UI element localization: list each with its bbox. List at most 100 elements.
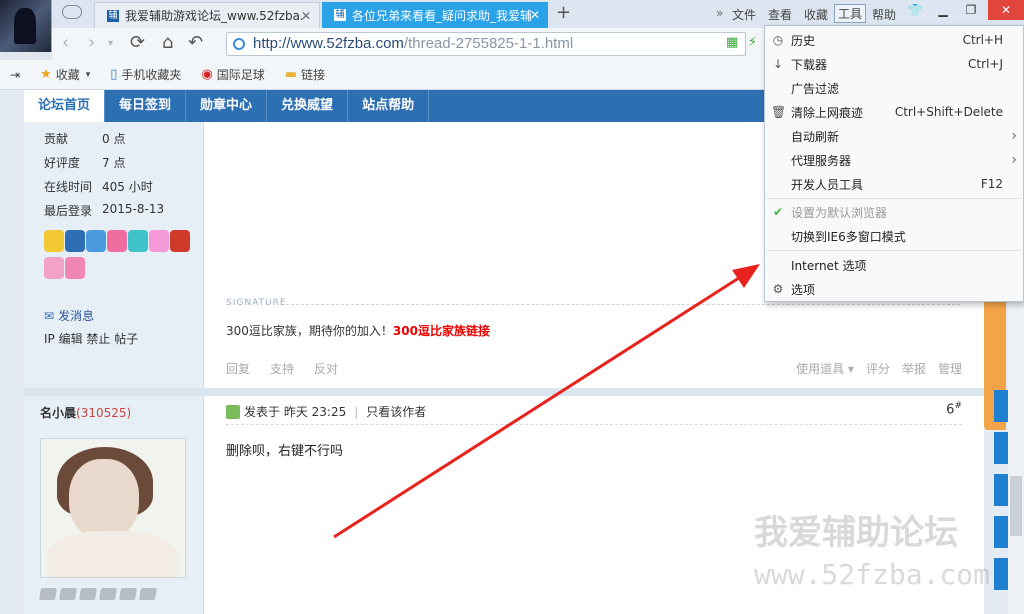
use-item-button[interactable]: 使用道具 ▾ — [796, 360, 854, 377]
online-status-icon — [226, 404, 240, 419]
menu-item-downloads[interactable]: ↓ 下载器 Ctrl+J — [765, 52, 1023, 76]
bookmark-mobile[interactable]: ▯ 手机收藏夹 — [110, 66, 181, 83]
nav-forum-home[interactable]: 论坛首页 — [24, 90, 106, 122]
reply-button[interactable]: 回复 — [226, 360, 250, 377]
back-icon[interactable]: ‹ — [62, 32, 69, 53]
chevron-right-icon: › — [1011, 128, 1017, 144]
send-message-link[interactable]: ✉ 发消息 — [44, 307, 94, 324]
tab-label: 我爱辅助游戏论坛_www.52fzba. — [125, 9, 304, 23]
medal-icon[interactable] — [44, 257, 64, 279]
chevron-right-icon: › — [1011, 152, 1017, 168]
cloud-icon[interactable] — [62, 5, 82, 19]
new-tab-button[interactable]: + — [556, 2, 571, 23]
tools-menu: ◷ 历史 Ctrl+H ↓ 下载器 Ctrl+J 广告过滤 🗑 清除上网痕迹 Ctrl+Sh… — [764, 25, 1024, 302]
close-tab-icon[interactable]: ✕ — [301, 9, 311, 23]
menu-item-adblock[interactable]: 广告过滤 — [765, 76, 1023, 100]
home-icon[interactable]: ⌂ — [162, 32, 173, 53]
admin-links[interactable]: IP 编辑 禁止 帖子 — [44, 330, 138, 347]
minimize-button[interactable]: ▁ — [930, 0, 956, 20]
address-bar[interactable]: http://www.52fzba.com/thread-2755825-1-1… — [226, 32, 746, 56]
share-button[interactable] — [994, 432, 1008, 464]
signature-link[interactable]: 300逗比家族链接 — [393, 324, 490, 338]
medal-icon[interactable] — [65, 230, 85, 252]
medal-icon[interactable] — [128, 230, 148, 252]
menu-item-options[interactable]: ⚙ 选项 — [765, 277, 1023, 301]
author-only-link[interactable]: 只看该作者 — [366, 403, 426, 420]
diamond-icon — [118, 588, 138, 600]
medal-icon[interactable] — [107, 230, 127, 252]
post-divider — [24, 388, 984, 396]
tab-label: 各位兄弟来看看_疑问求助_我爱辅 — [352, 8, 533, 23]
support-button[interactable]: 支持 — [270, 360, 294, 377]
share-button[interactable] — [994, 474, 1008, 506]
clock-icon: ◷ — [772, 33, 784, 47]
qr-code-icon[interactable]: ▦ — [726, 35, 738, 50]
menu-tools[interactable]: 工具 — [834, 4, 867, 23]
medal-icon[interactable] — [170, 230, 190, 252]
medal-icon[interactable] — [86, 230, 106, 252]
watermark-text: 我爱辅助论坛 — [754, 513, 958, 553]
menu-help[interactable]: 帮助 — [872, 6, 896, 23]
menu-item-auto-refresh[interactable]: 自动刷新 › — [765, 124, 1023, 148]
more-menu-icon[interactable]: » — [716, 6, 723, 20]
share-button[interactable] — [994, 390, 1008, 422]
manage-button[interactable]: 管理 — [938, 360, 962, 377]
restore-button[interactable]: ❐ — [958, 0, 984, 20]
medal-icon[interactable] — [65, 257, 85, 279]
gear-icon: ⚙ — [772, 282, 784, 296]
star-icon: ★ — [40, 67, 52, 82]
tab-forum-home[interactable]: 辅 我爱辅助游戏论坛_www.52fzba. ✕ — [94, 2, 320, 28]
rate-button[interactable]: 评分 — [866, 360, 890, 377]
menu-file[interactable]: 文件 — [732, 6, 756, 23]
close-tab-icon[interactable]: ✕ — [530, 8, 540, 22]
bookmark-favorites[interactable]: ★ 收藏 ▾ — [40, 66, 90, 83]
download-icon: ↓ — [772, 57, 784, 71]
menu-item-devtools[interactable]: 开发人员工具 F12 — [765, 172, 1023, 196]
medal-icon[interactable] — [44, 230, 64, 252]
menu-item-internet-options[interactable]: Internet 选项 — [765, 253, 1023, 277]
ie-icon — [233, 38, 245, 50]
history-dropdown-icon[interactable]: ▾ — [108, 38, 113, 49]
menu-item-proxy[interactable]: 代理服务器 › — [765, 148, 1023, 172]
sidebar-toggle-icon[interactable]: ⇥ — [10, 68, 20, 82]
floor-number[interactable]: 6# — [946, 401, 962, 417]
undo-icon[interactable]: ↶ — [188, 32, 203, 53]
site-favicon-icon: 辅 — [107, 9, 119, 22]
bookmark-links[interactable]: ▬ 链接 — [285, 66, 325, 83]
nav-exchange[interactable]: 兑换威望 — [267, 90, 349, 122]
user2-name[interactable]: 名小晨(310525) — [40, 404, 131, 421]
menu-item-ie6-mode[interactable]: 切换到IE6多窗口模式 — [765, 224, 1023, 248]
speed-icon[interactable]: ⚡ — [748, 35, 757, 50]
nav-medal-center[interactable]: 勋章中心 — [186, 90, 268, 122]
forward-icon[interactable]: › — [88, 32, 95, 53]
chevron-down-icon: ▾ — [85, 69, 91, 80]
report-button[interactable]: 举报 — [902, 360, 926, 377]
user-avatar[interactable] — [0, 0, 52, 52]
bookmark-football[interactable]: ◉ 国际足球 — [201, 66, 264, 83]
menu-view[interactable]: 查看 — [768, 6, 792, 23]
tab-thread[interactable]: 辅 各位兄弟来看看_疑问求助_我爱辅 ✕ — [322, 2, 548, 28]
oppose-button[interactable]: 反对 — [314, 360, 338, 377]
share-button[interactable] — [994, 516, 1008, 548]
diamond-icon — [38, 588, 58, 600]
post-time: 发表于 昨天 23:25 — [244, 405, 347, 419]
close-window-button[interactable]: ✕ — [988, 0, 1024, 20]
nav-daily-signin[interactable]: 每日签到 — [105, 90, 187, 122]
menu-item-clear-history[interactable]: 🗑 清除上网痕迹 Ctrl+Shift+Delete — [765, 100, 1023, 124]
phone-icon: ▯ — [110, 67, 118, 82]
url-path: /thread-2755825-1-1.html — [403, 35, 574, 52]
nav-help[interactable]: 站点帮助 — [348, 90, 430, 122]
skin-icon[interactable]: 👕 — [902, 0, 928, 20]
share-button[interactable] — [994, 558, 1008, 590]
menu-favorites[interactable]: 收藏 — [804, 6, 828, 23]
weibo-icon: ◉ — [201, 67, 213, 82]
menu-item-history[interactable]: ◷ 历史 Ctrl+H — [765, 28, 1023, 52]
share-sidebar — [994, 390, 1008, 600]
refresh-icon[interactable]: ⟳ — [130, 32, 145, 53]
scrollbar-thumb[interactable] — [1010, 476, 1022, 536]
user2-avatar[interactable] — [40, 438, 186, 578]
medal-icon[interactable] — [149, 230, 169, 252]
check-icon: ✔ — [772, 205, 784, 219]
title-bar: 辅 我爱辅助游戏论坛_www.52fzba. ✕ 辅 各位兄弟来看看_疑问求助_… — [0, 0, 1024, 28]
diamond-icon — [78, 588, 98, 600]
